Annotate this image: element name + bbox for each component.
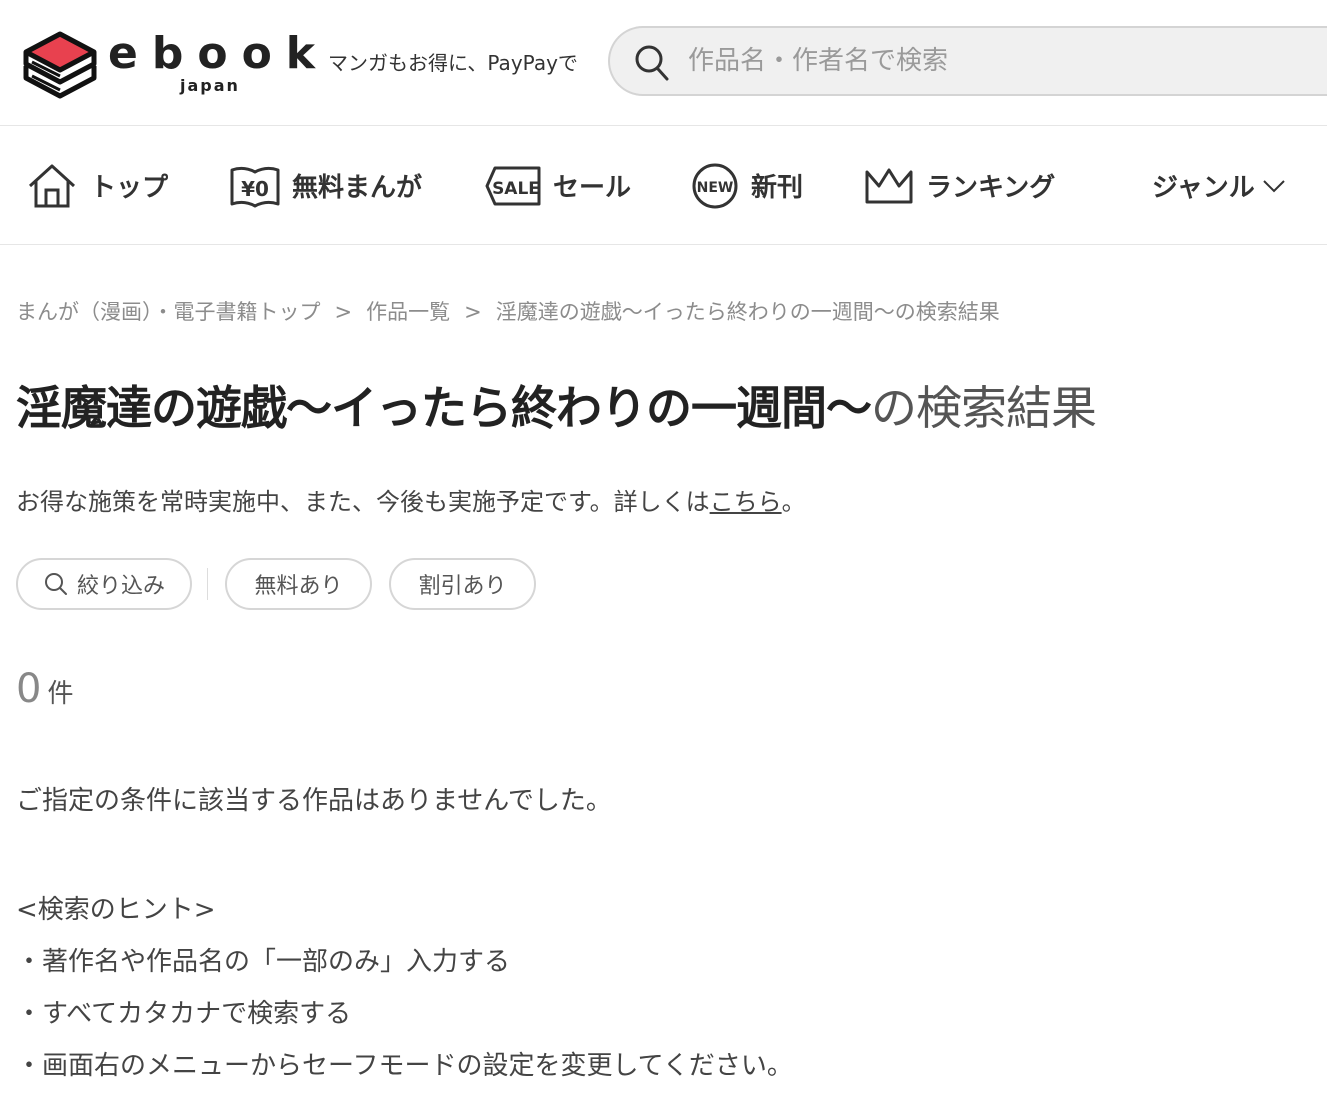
free-yen-icon: ¥0 [230, 166, 280, 207]
filter-discount-chip[interactable]: 割引あり [389, 558, 536, 610]
nav-new-release[interactable]: NEW 新刊 [691, 126, 803, 245]
title-suffix: の検索結果 [871, 381, 1097, 435]
search-hints: <検索のヒント> ・著作名や作品名の「一部のみ」入力する ・すべてカタカナで検索… [16, 884, 793, 1092]
main-nav: トップ ¥0 無料まんが SALE セール NEW 新刊 ランキング ジャンル [0, 126, 1327, 245]
new-badge-icon: NEW [692, 163, 738, 208]
search-input[interactable] [688, 40, 1288, 82]
nav-sale-label: セール [553, 173, 632, 203]
filter-free-chip[interactable]: 無料あり [225, 558, 372, 610]
logo-wordmark: ebook [108, 28, 330, 79]
hint-item: ・画面右のメニューからセーフモードの設定を変更してください。 [16, 1051, 793, 1081]
home-icon [28, 164, 76, 207]
refine-label: 絞り込み [76, 574, 165, 599]
empty-results-message: ご指定の条件に該当する作品はありませんでした。 [16, 786, 612, 816]
hint-item: ・著作名や作品名の「一部のみ」入力する [16, 947, 511, 977]
result-count-number: 0 [16, 666, 42, 712]
filter-discount-label: 割引あり [418, 574, 507, 599]
nav-ranking[interactable]: ランキング [864, 126, 1055, 245]
hint-item: ・すべてカタカナで検索する [16, 999, 352, 1029]
breadcrumb-separator: > [334, 300, 353, 324]
svg-text:¥0: ¥0 [241, 177, 269, 201]
breadcrumb-separator: > [464, 300, 482, 324]
filter-free-label: 無料あり [254, 574, 343, 599]
nav-top[interactable]: トップ [26, 126, 168, 245]
promo-notice: お得な施策を常時実施中、また、今後も実施予定です。詳しくはこちら。 [16, 482, 806, 517]
nav-genre[interactable]: ジャンル [1140, 126, 1287, 245]
refine-button[interactable]: 絞り込み [16, 558, 192, 610]
result-count: 0件 [16, 666, 73, 712]
site-header: ebook japan マンガもお得に、PayPayで [0, 0, 1327, 126]
page-title: 淫魔達の遊戯～イったら終わりの一週間～の検索結果 [16, 372, 1097, 438]
nav-free-manga[interactable]: ¥0 無料まんが [230, 126, 422, 245]
search-icon [44, 573, 67, 595]
nav-new-release-label: 新刊 [751, 173, 804, 203]
tagline: マンガもお得に、PayPayで [328, 51, 578, 75]
hints-heading: <検索のヒント> [16, 895, 216, 925]
svg-text:SALE: SALE [492, 179, 540, 199]
sale-tag-icon: SALE [485, 166, 541, 205]
logo-subtext: japan [180, 76, 240, 95]
filter-divider [207, 568, 208, 600]
ebook-japan-logo[interactable]: ebook japan [22, 22, 315, 102]
notice-end: 。 [781, 488, 806, 516]
nav-free-manga-label: 無料まんが [292, 173, 423, 203]
notice-text: お得な施策を常時実施中、また、今後も実施予定です。詳しくは [16, 488, 710, 516]
notice-link[interactable]: こちら [710, 488, 782, 516]
breadcrumb-works-link[interactable]: 作品一覧 [366, 300, 450, 324]
breadcrumb-top-link[interactable]: まんが（漫画）・電子書籍トップ [16, 300, 321, 324]
crown-icon [865, 168, 913, 203]
search-icon[interactable] [634, 44, 670, 82]
chevron-down-icon [1262, 179, 1285, 192]
breadcrumb: まんが（漫画）・電子書籍トップ > 作品一覧 > 淫魔達の遊戯～イったら終わりの一週間～… [16, 296, 1000, 326]
search-bar[interactable] [608, 26, 1327, 96]
breadcrumb-current: 淫魔達の遊戯～イったら終わりの一週間～の検索結果 [495, 300, 1000, 324]
svg-text:NEW: NEW [697, 180, 734, 196]
nav-top-label: トップ [90, 173, 169, 203]
result-count-unit: 件 [47, 679, 74, 709]
nav-genre-label: ジャンル [1152, 173, 1255, 203]
nav-sale[interactable]: SALE セール [485, 126, 631, 245]
nav-ranking-label: ランキング [926, 173, 1056, 203]
book-stack-logo-icon [23, 31, 97, 99]
search-query-title: 淫魔達の遊戯～イったら終わりの一週間～ [16, 381, 872, 435]
